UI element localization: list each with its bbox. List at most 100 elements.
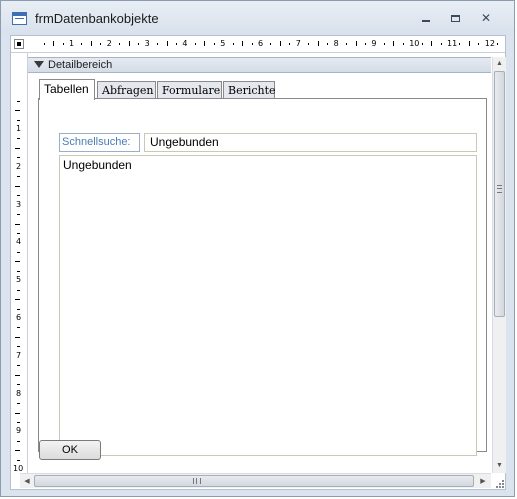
grip-icon	[497, 185, 502, 193]
form-selector[interactable]	[14, 39, 24, 49]
maximize-button[interactable]	[444, 10, 466, 26]
ruler-tick	[17, 176, 20, 178]
maximize-icon	[450, 14, 460, 22]
horizontal-scroll-thumb[interactable]	[34, 475, 474, 487]
close-icon: ✕	[480, 11, 492, 25]
ruler-tick	[17, 403, 20, 405]
resize-grip-icon[interactable]	[496, 480, 504, 488]
design-surface: 1 2 3 4 5 6 7 8 9 10 11 12 1 2 3 4 5 6 7 8 9 10 Detailbereic…	[10, 35, 506, 490]
close-button[interactable]: ✕	[475, 10, 497, 26]
ruler-tick	[62, 43, 64, 45]
ruler-h-number: 4	[182, 39, 188, 48]
ruler-h-number: 9	[371, 39, 377, 48]
scroll-up-icon[interactable]: ▲	[494, 58, 505, 69]
vertical-scroll-thumb[interactable]	[494, 71, 505, 317]
ruler-v-number: 3	[16, 199, 22, 209]
ruler-v-number: 4	[16, 237, 22, 247]
ruler-tick	[100, 43, 102, 45]
ruler-tick	[166, 41, 168, 46]
ruler-v-number: 8	[16, 388, 22, 398]
ruler-tick	[17, 384, 20, 386]
ruler-tick	[17, 289, 20, 291]
section-arrow-icon	[34, 61, 44, 68]
form-icon	[12, 12, 27, 25]
ruler-tick	[175, 43, 177, 45]
scroll-right-icon[interactable]: ▶	[477, 475, 489, 487]
ruler-tick	[17, 138, 20, 140]
ok-button[interactable]: OK	[39, 440, 101, 460]
ruler-v-number: 7	[16, 350, 22, 360]
horizontal-scrollbar[interactable]: ◀ ▶	[20, 473, 491, 488]
ruler-tick	[15, 261, 20, 263]
tab-tabellen[interactable]: Tabellen	[39, 79, 95, 100]
ruler-tick	[468, 41, 470, 46]
scroll-down-icon[interactable]: ▼	[494, 460, 505, 471]
ruler-h-number: 1	[69, 39, 75, 48]
ruler-tick	[317, 41, 319, 46]
ruler-tick	[251, 43, 253, 45]
objects-list[interactable]: Ungebunden	[59, 155, 477, 456]
ruler-tick	[90, 41, 92, 46]
ruler-tick	[15, 110, 20, 112]
ruler-v-number: 10	[13, 464, 24, 474]
vertical-scrollbar[interactable]: ▲ ▼	[492, 57, 506, 473]
ruler-tick	[81, 43, 83, 45]
ruler-tick	[17, 100, 20, 102]
ruler-tick	[364, 43, 366, 45]
ruler-v-number: 5	[16, 275, 22, 285]
ruler-tick	[138, 43, 140, 45]
ruler-h-number: 5	[220, 39, 226, 48]
ruler-tick	[15, 185, 20, 187]
ruler-tick	[204, 41, 206, 46]
ruler-h-number: 6	[258, 39, 264, 48]
tab-control: Schnellsuche: Ungebunden Ungebunden	[38, 98, 487, 456]
ruler-tick	[289, 43, 291, 45]
ruler-tick	[17, 308, 20, 310]
ruler-v-number: 6	[16, 313, 22, 322]
search-input[interactable]: Ungebunden	[144, 133, 477, 152]
ruler-tick	[17, 327, 20, 329]
form-window: frmDatenbankobjekte ✕ 1 2 3 4 5 6 7 8 9 10 11 12 12…	[0, 0, 515, 497]
ruler-tick	[279, 41, 281, 46]
ruler-tick	[393, 41, 395, 46]
scroll-left-icon[interactable]: ◀	[21, 475, 33, 487]
ruler-tick	[497, 43, 499, 45]
ruler-tick	[213, 43, 215, 45]
window-title: frmDatenbankobjekte	[35, 11, 159, 26]
ruler-tick	[17, 195, 20, 197]
ruler-tick	[15, 147, 20, 149]
ruler-tick	[232, 43, 234, 45]
section-header[interactable]: Detailbereich	[28, 57, 491, 73]
ruler-tick	[15, 374, 20, 376]
ruler-tick	[17, 157, 20, 159]
ruler-tick	[17, 440, 20, 442]
minimize-button[interactable]	[415, 10, 437, 26]
ruler-tick	[355, 41, 357, 46]
vertical-ruler: 1 2 3 4 5 6 7 8 9 10	[11, 53, 28, 473]
section-label: Detailbereich	[48, 59, 113, 71]
search-label: Schnellsuche:	[59, 133, 140, 152]
ruler-tick	[270, 43, 272, 45]
ruler-h-number: 11	[447, 39, 458, 48]
ruler-tick	[128, 41, 130, 46]
ruler-tick	[15, 299, 20, 301]
grip-icon	[193, 478, 201, 484]
ruler-tick	[15, 336, 20, 338]
ruler-tick	[17, 214, 20, 216]
ruler-tick	[17, 365, 20, 367]
ruler-tick	[17, 421, 20, 423]
ruler-v-number: 2	[16, 161, 22, 171]
ruler-tick	[402, 43, 404, 45]
ruler-tick	[43, 43, 45, 45]
ruler-tick	[242, 41, 244, 46]
ruler-tick	[308, 43, 310, 45]
title-bar: frmDatenbankobjekte ✕	[1, 1, 514, 35]
ruler-tick	[440, 43, 442, 45]
horizontal-ruler: 1 2 3 4 5 6 7 8 9 10 11 12	[11, 36, 505, 53]
ruler-tick	[17, 251, 20, 253]
ruler-tick	[478, 43, 480, 45]
ruler-tick	[157, 43, 159, 45]
ruler-h-number: 12	[484, 39, 495, 48]
ruler-v-number: 1	[16, 124, 22, 133]
ruler-tick	[15, 450, 20, 452]
